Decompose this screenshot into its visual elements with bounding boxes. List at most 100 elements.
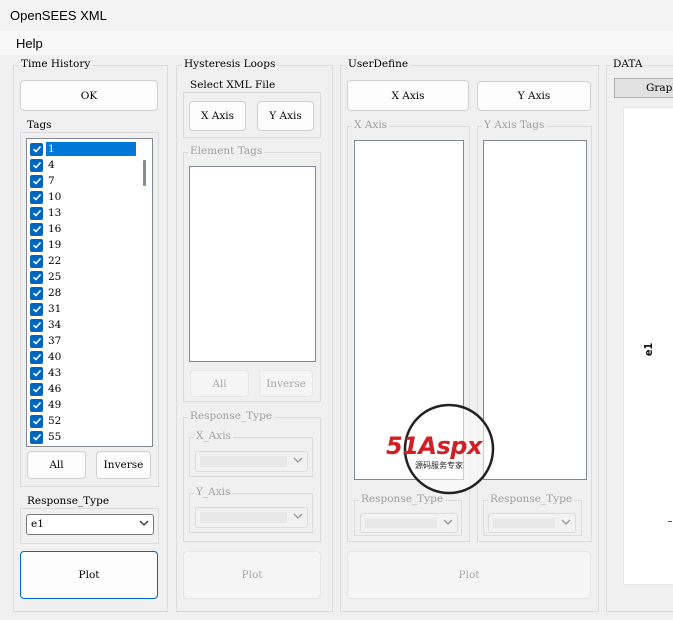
element-tags-inverse-button[interactable]: Inverse: [259, 370, 313, 397]
chevron-down-icon: [293, 457, 303, 463]
element-tags-label: Element Tags: [188, 145, 265, 157]
checkbox-checked-icon[interactable]: [30, 350, 43, 364]
tag-item-label: 31: [48, 303, 62, 315]
watermark-logo: 51Aspx 源码服务专家: [384, 402, 514, 498]
time-history-response-type-select[interactable]: e1: [26, 514, 154, 535]
tag-item[interactable]: 13: [30, 205, 136, 221]
time-history-response-type-label: Response_Type: [25, 495, 112, 507]
hysteresis-x-axis-select[interactable]: [195, 451, 308, 472]
user-define-plot-button[interactable]: Plot: [347, 551, 591, 599]
hysteresis-y-axis-select[interactable]: [195, 507, 308, 528]
tag-item[interactable]: 40: [30, 349, 136, 365]
x-axis-combo-label: X_Axis: [194, 430, 233, 442]
tag-item[interactable]: 34: [30, 317, 136, 333]
checkbox-checked-icon[interactable]: [30, 238, 43, 252]
chevron-down-icon: [293, 513, 303, 519]
checkbox-checked-icon[interactable]: [30, 318, 43, 332]
hysteresis-plot-button[interactable]: Plot: [183, 551, 321, 599]
checkbox-checked-icon[interactable]: [30, 430, 43, 444]
tag-item[interactable]: 46: [30, 381, 136, 397]
tags-inverse-button[interactable]: Inverse: [96, 451, 151, 479]
graph-tick-mark: [668, 521, 672, 522]
checkbox-checked-icon[interactable]: [30, 414, 43, 428]
tag-item[interactable]: 1: [30, 141, 136, 157]
menu-item-help[interactable]: Help: [16, 36, 43, 51]
tag-item-label: 25: [48, 271, 62, 283]
time-history-plot-button[interactable]: Plot: [20, 551, 158, 599]
tag-item[interactable]: 22: [30, 253, 136, 269]
checkbox-checked-icon[interactable]: [30, 286, 43, 300]
chevron-down-icon: [561, 519, 571, 525]
checkbox-checked-icon[interactable]: [30, 190, 43, 204]
tag-item-label: 22: [48, 255, 62, 267]
tag-item-label: 49: [48, 399, 62, 411]
tag-item-label: 28: [48, 287, 62, 299]
tag-item-label: 7: [48, 175, 55, 187]
checkbox-checked-icon[interactable]: [30, 254, 43, 268]
data-label: DATA: [611, 58, 645, 70]
user-define-label: UserDefine: [346, 58, 411, 70]
tags-label: Tags: [25, 119, 54, 131]
tag-item[interactable]: 49: [30, 397, 136, 413]
menu-bar: [0, 31, 673, 55]
ok-button[interactable]: OK: [20, 80, 158, 111]
tag-item-label: 10: [48, 191, 62, 203]
user-y-axis-tags-label: Y Axis Tags: [482, 119, 547, 131]
checkbox-checked-icon[interactable]: [30, 302, 43, 316]
tag-item-label: 16: [48, 223, 62, 235]
hysteresis-label: Hysteresis Loops: [182, 58, 278, 70]
checkbox-checked-icon[interactable]: [30, 270, 43, 284]
tag-item[interactable]: 16: [30, 221, 136, 237]
checkbox-checked-icon[interactable]: [30, 334, 43, 348]
select-xml-label: Select XML File: [188, 79, 278, 91]
tag-item[interactable]: 55: [30, 429, 136, 445]
tag-item[interactable]: 10: [30, 189, 136, 205]
tag-item[interactable]: 31: [30, 301, 136, 317]
y-axis-combo-label: Y_Axis: [194, 486, 233, 498]
tag-item[interactable]: 25: [30, 269, 136, 285]
tag-item-label: 19: [48, 239, 62, 251]
tags-scrollbar-thumb[interactable]: [143, 160, 146, 186]
tag-item-label: 1: [46, 142, 136, 156]
user-response-type-right-select[interactable]: [488, 513, 576, 533]
tag-item-label: 4: [48, 159, 55, 171]
graph-canvas: e1: [616, 101, 673, 593]
tag-item-label: 37: [48, 335, 62, 347]
watermark-sub: 源码服务专家: [415, 461, 463, 470]
checkbox-checked-icon[interactable]: [30, 158, 43, 172]
graph-axis-label: e1: [642, 342, 656, 357]
chevron-down-icon: [139, 520, 149, 526]
tags-all-button[interactable]: All: [27, 451, 86, 479]
hysteresis-y-axis-button[interactable]: Y Axis: [257, 101, 314, 131]
checkbox-checked-icon[interactable]: [30, 142, 43, 156]
tag-item[interactable]: 37: [30, 333, 136, 349]
element-tags-list[interactable]: [189, 166, 316, 362]
tag-item-label: 52: [48, 415, 62, 427]
user-define-x-axis-button[interactable]: X Axis: [347, 80, 469, 111]
checkbox-checked-icon[interactable]: [30, 222, 43, 236]
tag-item[interactable]: 19: [30, 237, 136, 253]
time-history-label: Time History: [19, 58, 93, 70]
tag-item-label: 55: [48, 431, 62, 443]
hysteresis-x-axis-button[interactable]: X Axis: [189, 101, 246, 131]
graph-tab-label: Graph: [646, 82, 673, 94]
user-define-y-axis-button[interactable]: Y Axis: [477, 81, 591, 111]
checkbox-checked-icon[interactable]: [30, 174, 43, 188]
element-tags-all-button[interactable]: All: [190, 370, 249, 397]
tag-item[interactable]: 43: [30, 365, 136, 381]
tag-item-label: 43: [48, 367, 62, 379]
chevron-down-icon: [443, 519, 453, 525]
user-response-type-left-select[interactable]: [360, 513, 458, 533]
checkbox-checked-icon[interactable]: [30, 382, 43, 396]
user-x-axis-label: X Axis: [352, 119, 390, 131]
tag-item-label: 13: [48, 207, 62, 219]
tag-item[interactable]: 7: [30, 173, 136, 189]
checkbox-checked-icon[interactable]: [30, 398, 43, 412]
tags-checklist[interactable]: 1 4 7 10 13 16 19 22 25 28 31 34 37 40 43 46 49 52 55: [26, 138, 153, 447]
checkbox-checked-icon[interactable]: [30, 206, 43, 220]
graph-tab[interactable]: Graph: [614, 78, 673, 98]
tag-item[interactable]: 28: [30, 285, 136, 301]
checkbox-checked-icon[interactable]: [30, 366, 43, 380]
tag-item[interactable]: 52: [30, 413, 136, 429]
tag-item[interactable]: 4: [30, 157, 136, 173]
